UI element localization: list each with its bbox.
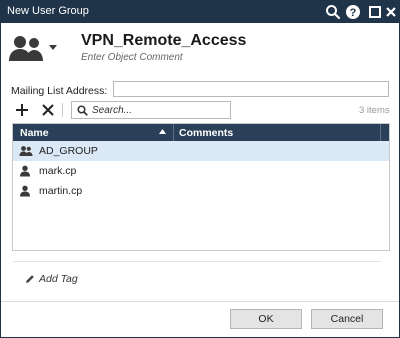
object-name[interactable]: VPN_Remote_Access: [81, 32, 246, 50]
column-divider[interactable]: [380, 124, 381, 141]
mailing-list-input[interactable]: [113, 81, 389, 97]
toolbar-separator: [62, 103, 63, 117]
user-icon: [20, 185, 30, 197]
pencil-icon: [26, 275, 34, 283]
ok-button[interactable]: OK: [230, 309, 302, 329]
sort-ascending-icon[interactable]: [159, 129, 166, 134]
row-name: AD_GROUP: [39, 145, 98, 157]
members-table: Name Comments AD_GROUP mark.cp martin.cp: [12, 123, 390, 251]
x-icon[interactable]: [41, 103, 55, 117]
window-title: New User Group: [7, 5, 89, 17]
search-box[interactable]: [71, 101, 231, 119]
search-input[interactable]: [92, 103, 226, 117]
column-header-name[interactable]: Name: [20, 127, 49, 139]
footer-divider: [1, 301, 399, 302]
add-tag-label: Add Tag: [39, 273, 78, 285]
table-row[interactable]: martin.cp: [13, 181, 389, 201]
user-group-icon: [19, 146, 33, 156]
title-bar: New User Group ?: [1, 1, 399, 23]
help-icon[interactable]: ?: [345, 4, 361, 20]
close-icon[interactable]: [383, 4, 399, 20]
search-icon[interactable]: [325, 4, 341, 20]
maximize-icon[interactable]: [367, 4, 383, 20]
new-user-group-dialog: New User Group ? VPN_Remote_Access Enter…: [0, 0, 400, 338]
section-divider: [13, 261, 381, 262]
svg-text:?: ?: [350, 7, 357, 19]
table-row[interactable]: mark.cp: [13, 161, 389, 181]
mailing-list-label: Mailing List Address:: [11, 85, 108, 97]
user-icon: [20, 165, 30, 177]
table-header: Name Comments: [13, 124, 389, 141]
cancel-button[interactable]: Cancel: [311, 309, 383, 329]
user-group-icon[interactable]: [7, 33, 47, 65]
row-name: mark.cp: [39, 165, 77, 177]
items-count: 3 items: [359, 105, 390, 116]
column-header-comments[interactable]: Comments: [179, 127, 233, 139]
plus-icon[interactable]: [15, 103, 29, 117]
object-comment[interactable]: Enter Object Comment: [81, 52, 183, 63]
chevron-down-icon[interactable]: [49, 45, 57, 51]
table-row[interactable]: AD_GROUP: [13, 141, 389, 161]
column-divider[interactable]: [173, 124, 174, 141]
row-name: martin.cp: [39, 185, 83, 197]
search-icon: [77, 105, 88, 116]
